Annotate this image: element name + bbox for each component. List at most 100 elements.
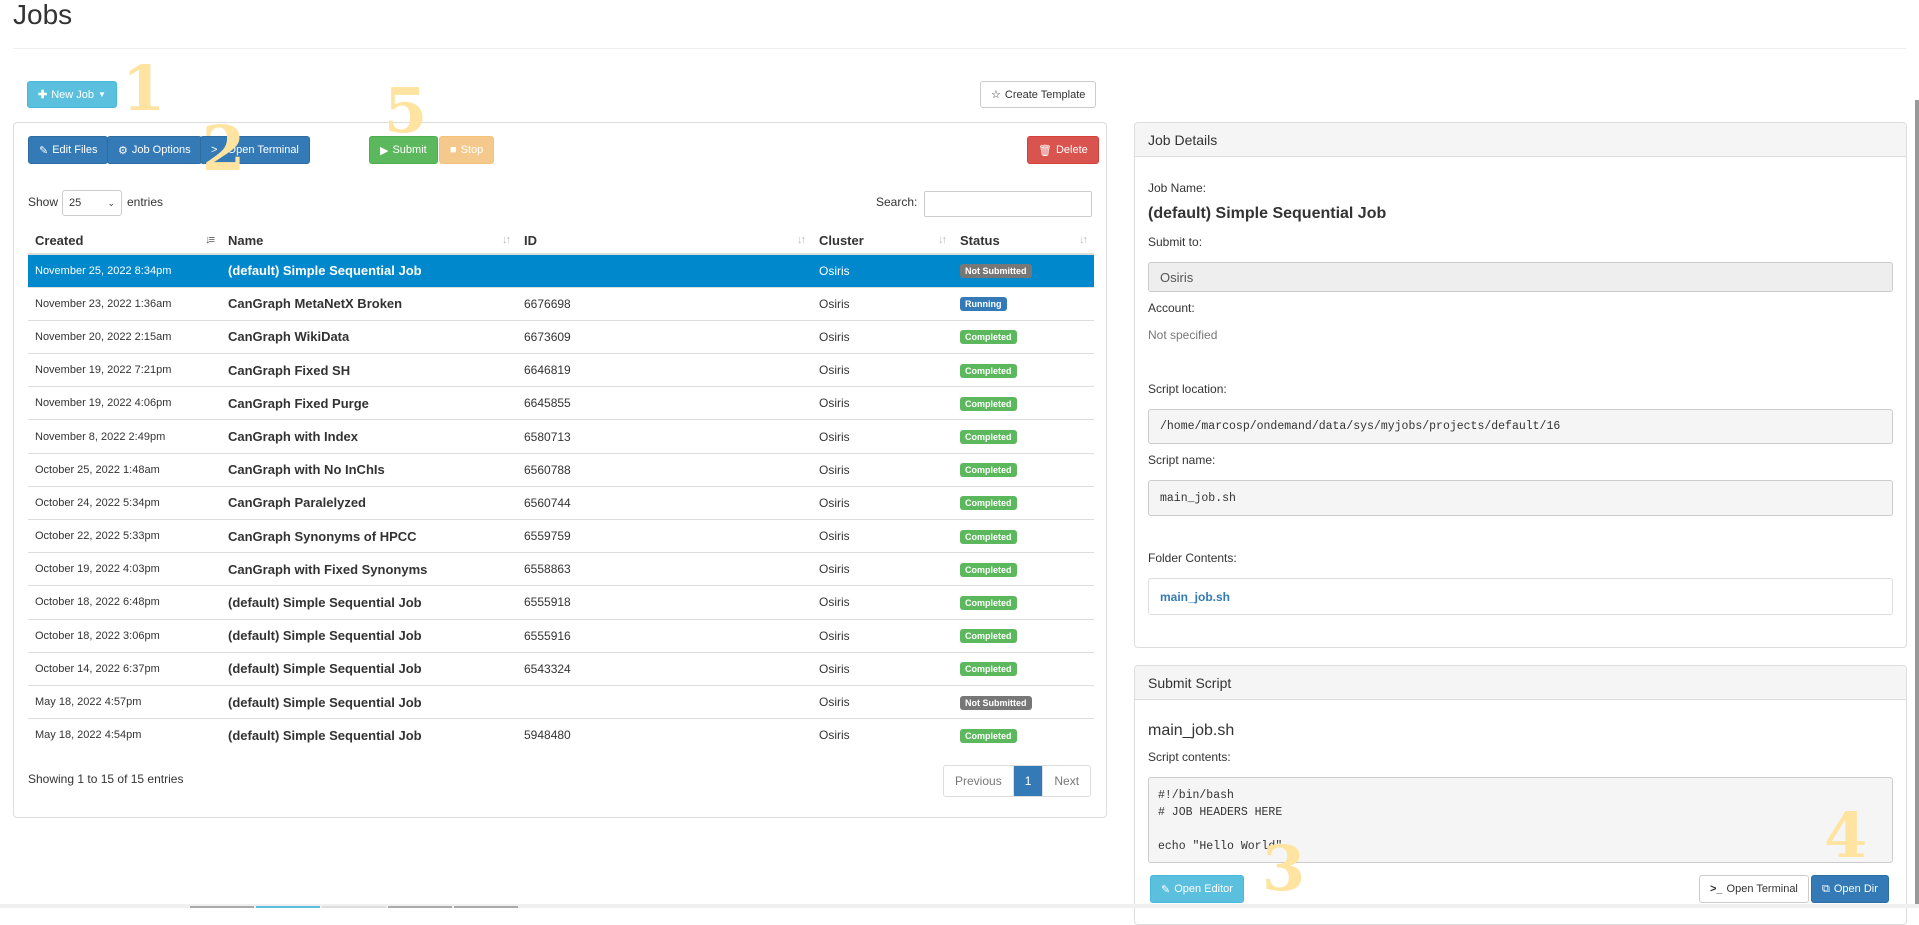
folder-file-link[interactable]: main_job.sh bbox=[1160, 590, 1230, 604]
table-row[interactable]: November 25, 2022 8:34pm (default) Simple… bbox=[28, 253, 1094, 288]
table-row[interactable]: November 8, 2022 2:49pm CanGraph with Ind… bbox=[28, 419, 1094, 454]
cell-status: Not Submitted bbox=[953, 684, 1094, 719]
open-editor-button[interactable]: ✎ Open Editor bbox=[1150, 875, 1244, 903]
cell-status: Completed bbox=[953, 452, 1094, 487]
edit-files-label: Edit Files bbox=[52, 144, 98, 156]
submit-to-value: Osiris bbox=[1160, 269, 1194, 285]
stop-button[interactable]: ■ Stop bbox=[439, 136, 495, 164]
script-contents-label: Script contents: bbox=[1148, 750, 1231, 764]
cell-cluster: Osiris bbox=[812, 419, 953, 454]
stop-label: Stop bbox=[460, 144, 484, 156]
cell-created: November 8, 2022 2:49pm bbox=[28, 419, 221, 454]
status-badge: Completed bbox=[960, 430, 1017, 445]
create-template-label: Create Template bbox=[1004, 88, 1086, 101]
cell-cluster: Osiris bbox=[812, 618, 953, 653]
column-header-id[interactable]: ID ↓↑ bbox=[517, 228, 812, 255]
status-badge: Completed bbox=[960, 662, 1017, 677]
pagination-next[interactable]: Next bbox=[1043, 766, 1090, 796]
pagination-page-1[interactable]: 1 bbox=[1013, 766, 1044, 796]
gear-icon: ⚙ bbox=[118, 144, 128, 157]
create-template-button[interactable]: ☆ Create Template bbox=[980, 81, 1097, 108]
script-location-label: Script location: bbox=[1148, 382, 1227, 396]
table-row[interactable]: November 23, 2022 1:36am CanGraph MetaNet… bbox=[28, 286, 1094, 321]
table-row[interactable]: October 14, 2022 6:37pm (default) Simple … bbox=[28, 651, 1094, 686]
page-size-select[interactable]: 25 ⌄ bbox=[62, 190, 122, 216]
cell-id: 6560788 bbox=[517, 452, 812, 487]
cell-name: (default) Simple Sequential Job bbox=[221, 718, 517, 752]
edit-icon: ✎ bbox=[39, 144, 49, 157]
cell-id bbox=[517, 684, 812, 719]
job-details-panel: Job Details Job Name: (default) Simple S… bbox=[1134, 122, 1907, 648]
new-job-button[interactable]: ✚ New Job ▼ bbox=[27, 81, 117, 108]
job-options-label: Job Options bbox=[131, 144, 191, 156]
sort-icon: ↓↑ bbox=[1079, 234, 1088, 246]
table-row[interactable]: October 25, 2022 1:48am CanGraph with No … bbox=[28, 452, 1094, 487]
cell-created: November 23, 2022 1:36am bbox=[28, 286, 221, 321]
page-size-value: 25 bbox=[69, 197, 82, 209]
column-header-created[interactable]: Created ↓≡ bbox=[28, 228, 221, 255]
cell-name: CanGraph with Fixed Synonyms bbox=[221, 552, 517, 586]
sort-icon: ↓↑ bbox=[938, 234, 947, 246]
status-badge: Completed bbox=[960, 330, 1017, 345]
status-badge: Completed bbox=[960, 463, 1017, 478]
cell-name: CanGraph with No InChIs bbox=[221, 452, 517, 487]
edit-files-button[interactable]: ✎ Edit Files bbox=[28, 136, 109, 164]
delete-button[interactable]: 🗑 Delete bbox=[1027, 136, 1099, 164]
folder-contents-list: main_job.sh bbox=[1148, 578, 1893, 615]
table-row[interactable]: November 19, 2022 4:06pm CanGraph Fixed P… bbox=[28, 386, 1094, 420]
cell-created: October 24, 2022 5:34pm bbox=[28, 485, 221, 520]
status-badge: Completed bbox=[960, 595, 1017, 610]
column-header-name[interactable]: Name ↓↑ bbox=[221, 228, 517, 255]
folder-contents-label: Folder Contents: bbox=[1148, 551, 1237, 565]
cell-status: Running bbox=[953, 286, 1094, 321]
cell-cluster: Osiris bbox=[812, 452, 953, 487]
pencil-icon: ✎ bbox=[1161, 883, 1171, 896]
cell-cluster: Osiris bbox=[812, 485, 953, 520]
script-filename: main_job.sh bbox=[1148, 722, 1235, 739]
cell-created: October 18, 2022 3:06pm bbox=[28, 618, 221, 653]
annotation-1: 1 bbox=[122, 52, 166, 125]
script-name-field: main_job.sh bbox=[1148, 480, 1893, 516]
search-input[interactable] bbox=[924, 191, 1092, 217]
cell-created: October 18, 2022 6:48pm bbox=[28, 585, 221, 620]
cell-name: CanGraph MetaNetX Broken bbox=[221, 286, 517, 321]
table-row[interactable]: November 19, 2022 7:21pm CanGraph Fixed S… bbox=[28, 353, 1094, 387]
pagination-previous[interactable]: Previous bbox=[944, 766, 1014, 796]
column-label: ID bbox=[524, 233, 537, 248]
cell-name: (default) Simple Sequential Job bbox=[221, 253, 517, 288]
table-row[interactable]: May 18, 2022 4:57pm (default) Simple Sequ… bbox=[28, 684, 1094, 719]
table-row[interactable]: October 18, 2022 6:48pm (default) Simple … bbox=[28, 585, 1094, 620]
status-badge: Completed bbox=[960, 629, 1017, 644]
table-row[interactable]: May 18, 2022 4:54pm (default) Simple Sequ… bbox=[28, 718, 1094, 752]
submit-button[interactable]: ▶ Submit bbox=[369, 136, 438, 164]
job-options-button[interactable]: ⚙ Job Options bbox=[107, 136, 202, 164]
cell-status: Completed bbox=[953, 353, 1094, 387]
cell-status: Completed bbox=[953, 651, 1094, 686]
cell-created: November 19, 2022 4:06pm bbox=[28, 386, 221, 420]
cell-cluster: Osiris bbox=[812, 518, 953, 553]
status-badge: Not Submitted bbox=[960, 264, 1032, 279]
table-row[interactable]: November 20, 2022 2:15am CanGraph WikiDat… bbox=[28, 319, 1094, 354]
table-row[interactable]: October 19, 2022 4:03pm CanGraph with Fix… bbox=[28, 552, 1094, 586]
table-row[interactable]: October 22, 2022 5:33pm CanGraph Synonyms… bbox=[28, 518, 1094, 553]
open-terminal-button[interactable]: >_ Open Terminal bbox=[200, 136, 310, 164]
account-value: Not specified bbox=[1148, 328, 1218, 342]
status-badge: Completed bbox=[960, 396, 1017, 411]
column-header-cluster[interactable]: Cluster ↓↑ bbox=[812, 228, 953, 255]
cell-status: Completed bbox=[953, 386, 1094, 420]
cell-name: CanGraph Synonyms of HPCC bbox=[221, 518, 517, 553]
open-dir-button[interactable]: ⧉ Open Dir bbox=[1811, 875, 1889, 903]
cell-name: CanGraph with Index bbox=[221, 419, 517, 454]
open-terminal-label: Open Terminal bbox=[227, 144, 299, 156]
cell-name: (default) Simple Sequential Job bbox=[221, 684, 517, 719]
column-header-status[interactable]: Status ↓↑ bbox=[953, 228, 1094, 255]
jobs-table: Created ↓≡ Name ↓↑ ID ↓↑ Cluster ↓↑ Status ↓↑… bbox=[28, 228, 1094, 752]
script-open-terminal-button[interactable]: >_ Open Terminal bbox=[1699, 875, 1809, 903]
cell-cluster: Osiris bbox=[812, 386, 953, 420]
cell-id: 6555918 bbox=[517, 585, 812, 620]
vertical-scrollbar[interactable] bbox=[1915, 100, 1919, 908]
cell-id: 6646819 bbox=[517, 353, 812, 387]
table-row[interactable]: October 24, 2022 5:34pm CanGraph Paralely… bbox=[28, 485, 1094, 520]
table-row[interactable]: October 18, 2022 3:06pm (default) Simple … bbox=[28, 618, 1094, 653]
cell-id: 6645855 bbox=[517, 386, 812, 420]
